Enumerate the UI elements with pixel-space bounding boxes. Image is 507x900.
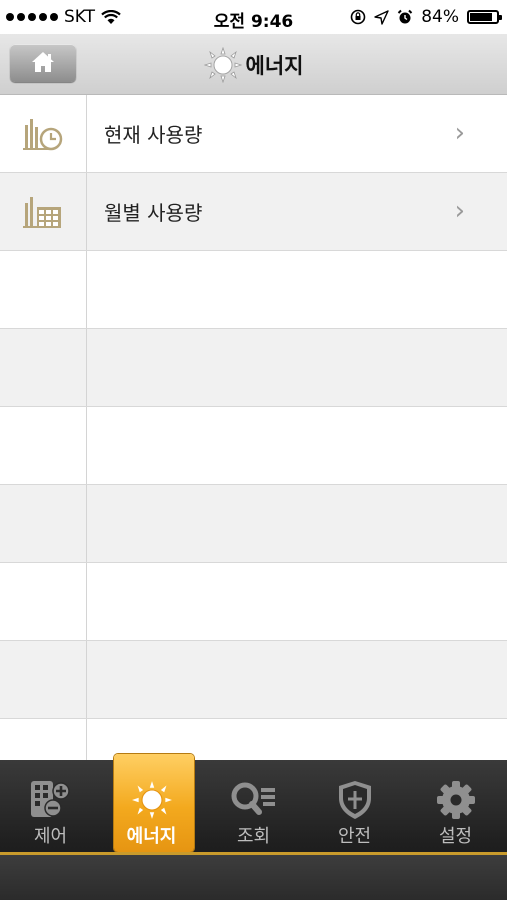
tab-safety[interactable]: 안전 xyxy=(304,760,405,852)
tab-label: 안전 xyxy=(337,826,372,847)
tab-settings[interactable]: 설정 xyxy=(405,760,506,852)
bar-chart-calendar-icon xyxy=(23,197,61,228)
tab-label: 조회 xyxy=(236,826,271,847)
empty-list-row xyxy=(0,641,507,719)
empty-list-row xyxy=(0,563,507,641)
chevron-right-icon: › xyxy=(454,196,465,226)
list-item-label: 월별 사용량 xyxy=(104,201,203,225)
control-remote-icon xyxy=(30,781,70,817)
bar-chart-clock-icon xyxy=(23,119,63,151)
sun-icon xyxy=(131,781,172,819)
tab-energy[interactable]: 에너지 xyxy=(101,754,202,852)
empty-icon-cell xyxy=(0,329,87,406)
alarm-icon xyxy=(397,9,413,24)
chevron-right-icon: › xyxy=(454,118,465,148)
shield-icon xyxy=(338,781,371,819)
page-title: 에너지 xyxy=(245,54,304,78)
search-list-icon xyxy=(231,782,275,815)
empty-list-row xyxy=(0,407,507,485)
status-bar: SKT 오전 9:46 84% xyxy=(0,0,507,34)
empty-icon-cell xyxy=(0,485,87,562)
list-item-monthly-usage[interactable]: 월별 사용량 › xyxy=(0,173,507,251)
empty-list-row xyxy=(0,251,507,329)
tab-bar: 제어 에너지 조회 안전 설정 xyxy=(0,754,507,900)
gear-icon xyxy=(436,781,475,819)
empty-icon-cell xyxy=(0,563,87,640)
empty-list-row xyxy=(0,485,507,563)
list-item-label: 현재 사용량 xyxy=(104,123,203,147)
empty-icon-cell xyxy=(0,407,87,484)
sun-icon xyxy=(203,47,242,83)
empty-icon-cell xyxy=(0,641,87,718)
orientation-lock-icon xyxy=(350,9,366,25)
tab-label: 제어 xyxy=(33,826,68,847)
tab-label: 설정 xyxy=(438,826,473,847)
tab-bar-bottom-strip xyxy=(0,855,507,900)
battery-percent: 84% xyxy=(421,7,459,27)
energy-menu-list: 현재 사용량 › 월별 사용량 › xyxy=(0,95,507,797)
location-arrow-icon xyxy=(374,9,389,25)
tab-lookup[interactable]: 조회 xyxy=(203,760,304,852)
list-item-current-usage[interactable]: 현재 사용량 › xyxy=(0,95,507,173)
tab-control[interactable]: 제어 xyxy=(0,760,101,852)
tab-label: 에너지 xyxy=(126,826,177,847)
empty-icon-cell xyxy=(0,251,87,328)
battery-icon xyxy=(467,10,502,24)
navigation-bar: 에너지 xyxy=(0,34,507,95)
empty-list-row xyxy=(0,329,507,407)
